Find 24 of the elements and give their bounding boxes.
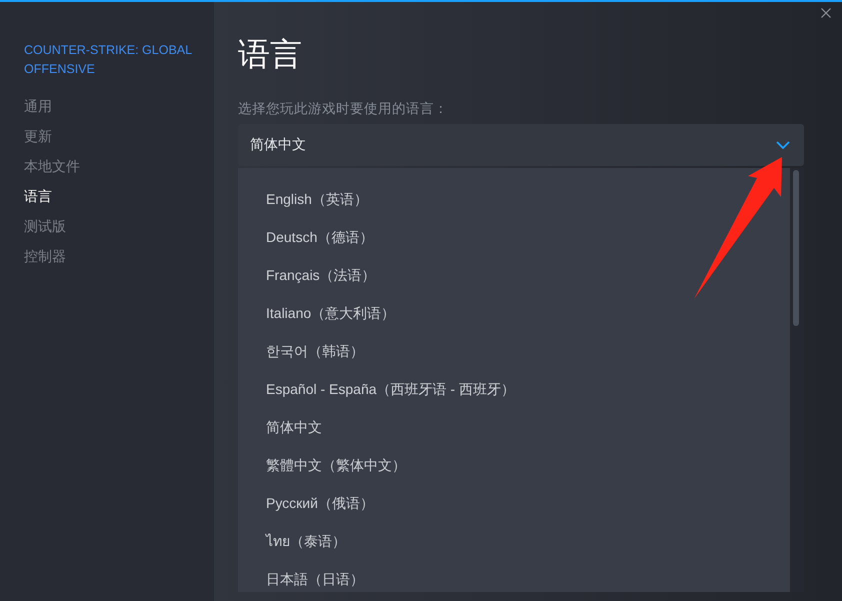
language-option[interactable]: Español - España（西班牙语 - 西班牙） bbox=[266, 370, 515, 408]
language-option[interactable]: 日本語（日语） bbox=[266, 560, 364, 592]
language-option[interactable]: Русский（俄语） bbox=[266, 484, 374, 522]
language-option[interactable]: 한국어（韩语） bbox=[266, 332, 364, 370]
prompt-label: 选择您玩此游戏时要使用的语言： bbox=[238, 100, 448, 118]
language-option[interactable]: Italiano（意大利语） bbox=[266, 294, 396, 332]
game-title: COUNTER-STRIKE: GLOBAL OFFENSIVE bbox=[24, 42, 193, 78]
language-option[interactable]: ไทย（泰语） bbox=[266, 522, 346, 560]
sidebar-item[interactable]: 控制器 bbox=[24, 241, 214, 271]
scrollbar-thumb[interactable] bbox=[793, 170, 799, 326]
sidebar-item[interactable]: 语言 bbox=[24, 181, 214, 211]
language-option[interactable]: 简体中文 bbox=[266, 408, 322, 446]
dropdown-value: 简体中文 bbox=[250, 136, 306, 154]
language-option[interactable]: Deutsch（德语） bbox=[266, 218, 374, 256]
sidebar-item[interactable]: 通用 bbox=[24, 91, 214, 121]
language-option[interactable]: 繁體中文（繁体中文） bbox=[266, 446, 406, 484]
language-option[interactable]: English（英语） bbox=[266, 180, 368, 218]
close-icon[interactable] bbox=[821, 8, 831, 18]
language-dropdown[interactable]: 简体中文 bbox=[238, 124, 804, 166]
sidebar-item[interactable]: 更新 bbox=[24, 121, 214, 151]
page-title: 语言 bbox=[238, 35, 302, 74]
language-option[interactable]: Français（法语） bbox=[266, 256, 376, 294]
sidebar-item[interactable]: 本地文件 bbox=[24, 151, 214, 181]
sidebar-item[interactable]: 测试版 bbox=[24, 211, 214, 241]
